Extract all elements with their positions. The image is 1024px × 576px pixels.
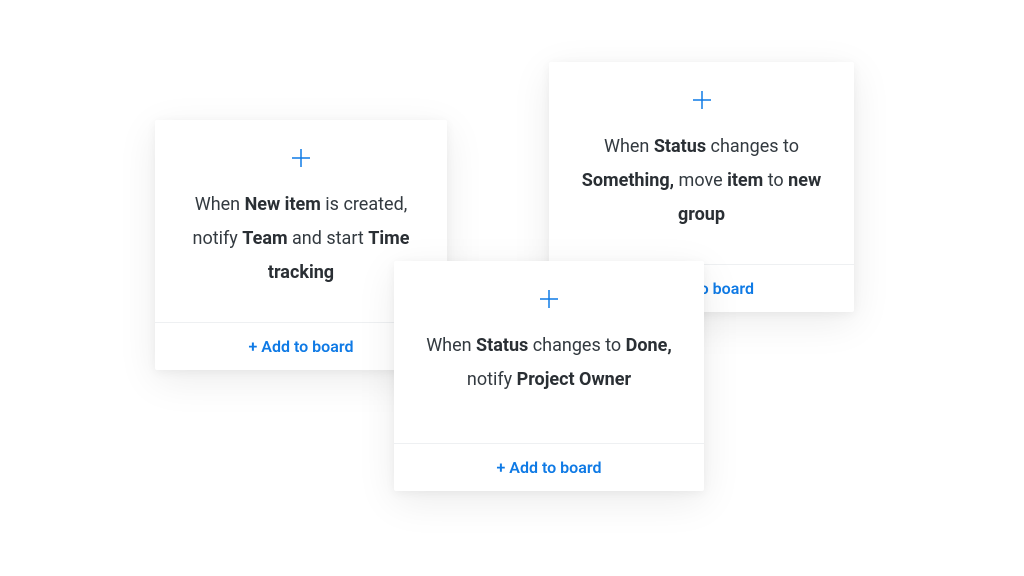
card-body: When Status changes to Something, move i… [549, 62, 854, 264]
add-to-board-button[interactable]: + Add to board [249, 337, 354, 356]
card-body: When Status changes to Done, notify Proj… [394, 261, 704, 443]
automation-rule-text: When Status changes to Something, move i… [569, 130, 834, 233]
automation-rule-text: When Status changes to Done, notify Proj… [414, 329, 684, 397]
plus-icon [690, 88, 714, 112]
plus-icon [537, 287, 561, 311]
card-footer: + Add to board [394, 443, 704, 491]
automation-rule-text: When New item is created, notify Team an… [175, 188, 427, 291]
plus-icon [289, 146, 313, 170]
automation-card: When Status changes to Done, notify Proj… [394, 261, 704, 491]
add-to-board-button[interactable]: + Add to board [497, 458, 602, 477]
